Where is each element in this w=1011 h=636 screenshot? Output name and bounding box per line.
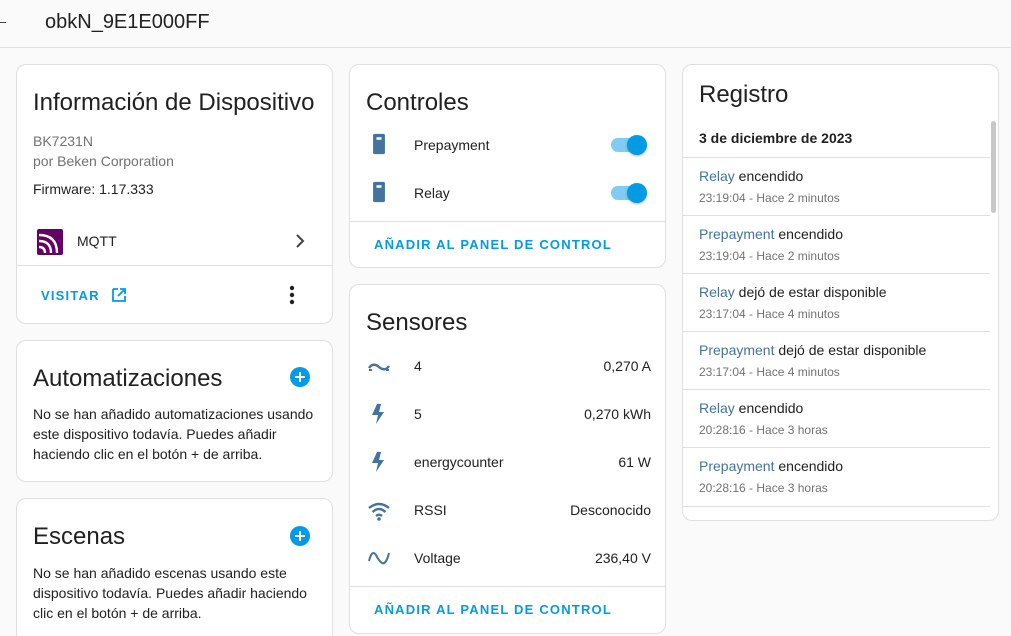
log-time: 23:19:04 - Hace 2 minutos	[699, 191, 840, 205]
log-message: dejó de estar disponible	[734, 284, 887, 300]
sensor-label-voltage: Voltage	[414, 550, 461, 566]
back-button[interactable]	[0, 22, 6, 23]
log-entity-link[interactable]: Prepayment	[699, 226, 774, 242]
sensor-row-5[interactable]: 5 0,270 kWh	[350, 399, 665, 429]
automations-title: Automatizaciones	[33, 365, 223, 392]
chevron-right-icon	[296, 234, 305, 248]
automations-empty-text: No se han añadido automatizaciones usand…	[33, 406, 314, 462]
log-entity-link[interactable]: Prepayment	[699, 342, 774, 358]
add-scene-icon[interactable]	[290, 526, 310, 546]
controls-add-to-dashboard-button[interactable]: AÑADIR AL PANEL DE CONTROL	[374, 237, 612, 252]
sensors-card: Sensores 4 0,270 A 5 0,270 kWh energycou…	[349, 284, 666, 634]
scenes-card: Escenas No se han añadido escenas usando…	[16, 498, 333, 636]
toggle-knob	[627, 135, 647, 155]
control-label-prepayment: Prepayment	[414, 137, 490, 153]
sine-wave-icon	[368, 552, 390, 565]
visit-button[interactable]: VISITAR	[41, 287, 127, 303]
mqtt-icon	[37, 229, 63, 255]
scenes-title: Escenas	[33, 523, 126, 550]
control-row-relay: Relay	[350, 177, 665, 211]
page-title: obkN_9E1E000FF	[45, 11, 210, 33]
power-socket-icon	[373, 133, 385, 155]
log-entry: Prepayment encendido 23:19:04 - Hace 2 m…	[683, 215, 990, 273]
log-time: 23:17:04 - Hace 4 minutos	[699, 307, 840, 321]
log-message: encendido	[734, 400, 804, 416]
sensors-divider	[350, 586, 665, 587]
sensor-label-energycounter: energycounter	[414, 454, 504, 470]
flash-icon	[372, 452, 384, 472]
log-entry: Relay encendido 23:19:04 - Hace 2 minuto…	[683, 157, 990, 215]
log-date: 3 de diciembre de 2023	[699, 130, 853, 146]
control-row-prepayment: Prepayment	[350, 129, 665, 163]
toggle-prepayment[interactable]	[609, 135, 647, 155]
scenes-empty-text: No se han añadido escenas usando este di…	[33, 565, 307, 621]
log-entity-link[interactable]: Relay	[699, 168, 735, 184]
controls-card: Controles Prepayment Relay AÑADIR AL PAN…	[349, 64, 666, 268]
device-manufacturer: por Beken Corporation	[33, 153, 174, 169]
current-ac-icon	[368, 363, 390, 371]
sensor-label-4: 4	[414, 358, 422, 374]
log-time: 23:19:04 - Hace 2 minutos	[699, 249, 840, 263]
log-entry: Relay encendido 20:28:16 - Hace 3 horas	[683, 389, 990, 447]
log-entry: Prepayment dejó de estar disponible 23:1…	[683, 331, 990, 389]
log-time: 23:17:04 - Hace 4 minutos	[699, 365, 840, 379]
visit-label: VISITAR	[41, 288, 100, 303]
log-entity-link[interactable]: Relay	[699, 284, 735, 300]
log-message: encendido	[774, 226, 843, 242]
more-vertical-icon[interactable]	[287, 283, 297, 307]
log-bottom-divider	[683, 506, 990, 507]
log-message: dejó de estar disponible	[774, 342, 927, 358]
toggle-knob	[627, 183, 647, 203]
sensor-label-rssi: RSSI	[414, 502, 447, 518]
mqtt-integration-row[interactable]: MQTT	[17, 221, 332, 261]
automations-card: Automatizaciones No se han añadido autom…	[16, 340, 333, 482]
log-entity-link[interactable]: Prepayment	[699, 458, 774, 474]
mqtt-label: MQTT	[77, 233, 117, 249]
sensor-value-rssi: Desconocido	[570, 502, 651, 518]
log-message: encendido	[774, 458, 843, 474]
device-model: BK7231N	[33, 133, 93, 149]
sensor-row-rssi[interactable]: RSSI Desconocido	[350, 495, 665, 525]
device-info-divider	[17, 265, 332, 266]
sensor-value-energycounter: 61 W	[618, 454, 651, 470]
toggle-relay[interactable]	[609, 183, 647, 203]
log-scrollbar[interactable]	[991, 121, 996, 213]
sensor-value-5: 0,270 kWh	[584, 406, 651, 422]
log-time: 20:28:16 - Hace 3 horas	[699, 481, 828, 495]
sensors-add-to-dashboard-button[interactable]: AÑADIR AL PANEL DE CONTROL	[374, 602, 612, 617]
log-entry: Relay dejó de estar disponible 23:17:04 …	[683, 273, 990, 331]
controls-divider	[350, 221, 665, 222]
log-title: Registro	[699, 81, 789, 108]
log-entity-link[interactable]: Relay	[699, 400, 735, 416]
device-info-title: Información de Dispositivo	[33, 89, 315, 116]
sensor-value-voltage: 236,40 V	[594, 550, 651, 566]
sensor-value-4: 0,270 A	[603, 358, 652, 374]
top-bar: obkN_9E1E000FF	[0, 0, 1011, 48]
power-socket-icon	[373, 181, 385, 203]
sensors-title: Sensores	[366, 309, 468, 336]
control-label-relay: Relay	[414, 185, 450, 201]
sensor-row-voltage[interactable]: Voltage 236,40 V	[350, 543, 665, 573]
log-time: 20:28:16 - Hace 3 horas	[699, 423, 828, 437]
sensor-label-5: 5	[414, 406, 422, 422]
controls-title: Controles	[366, 89, 469, 116]
log-card: Registro 3 de diciembre de 2023 Relay en…	[682, 64, 999, 521]
wifi-icon	[368, 502, 390, 521]
sensor-row-4[interactable]: 4 0,270 A	[350, 351, 665, 381]
add-automation-icon[interactable]	[290, 367, 310, 387]
log-message: encendido	[734, 168, 804, 184]
device-info-card: Información de Dispositivo BK7231N por B…	[16, 64, 333, 324]
open-in-new-icon	[111, 288, 126, 302]
flash-icon	[372, 404, 384, 424]
sensor-row-energycounter[interactable]: energycounter 61 W	[350, 447, 665, 477]
log-entry: Prepayment encendido 20:28:16 - Hace 3 h…	[683, 447, 990, 505]
device-firmware: Firmware: 1.17.333	[33, 181, 154, 197]
